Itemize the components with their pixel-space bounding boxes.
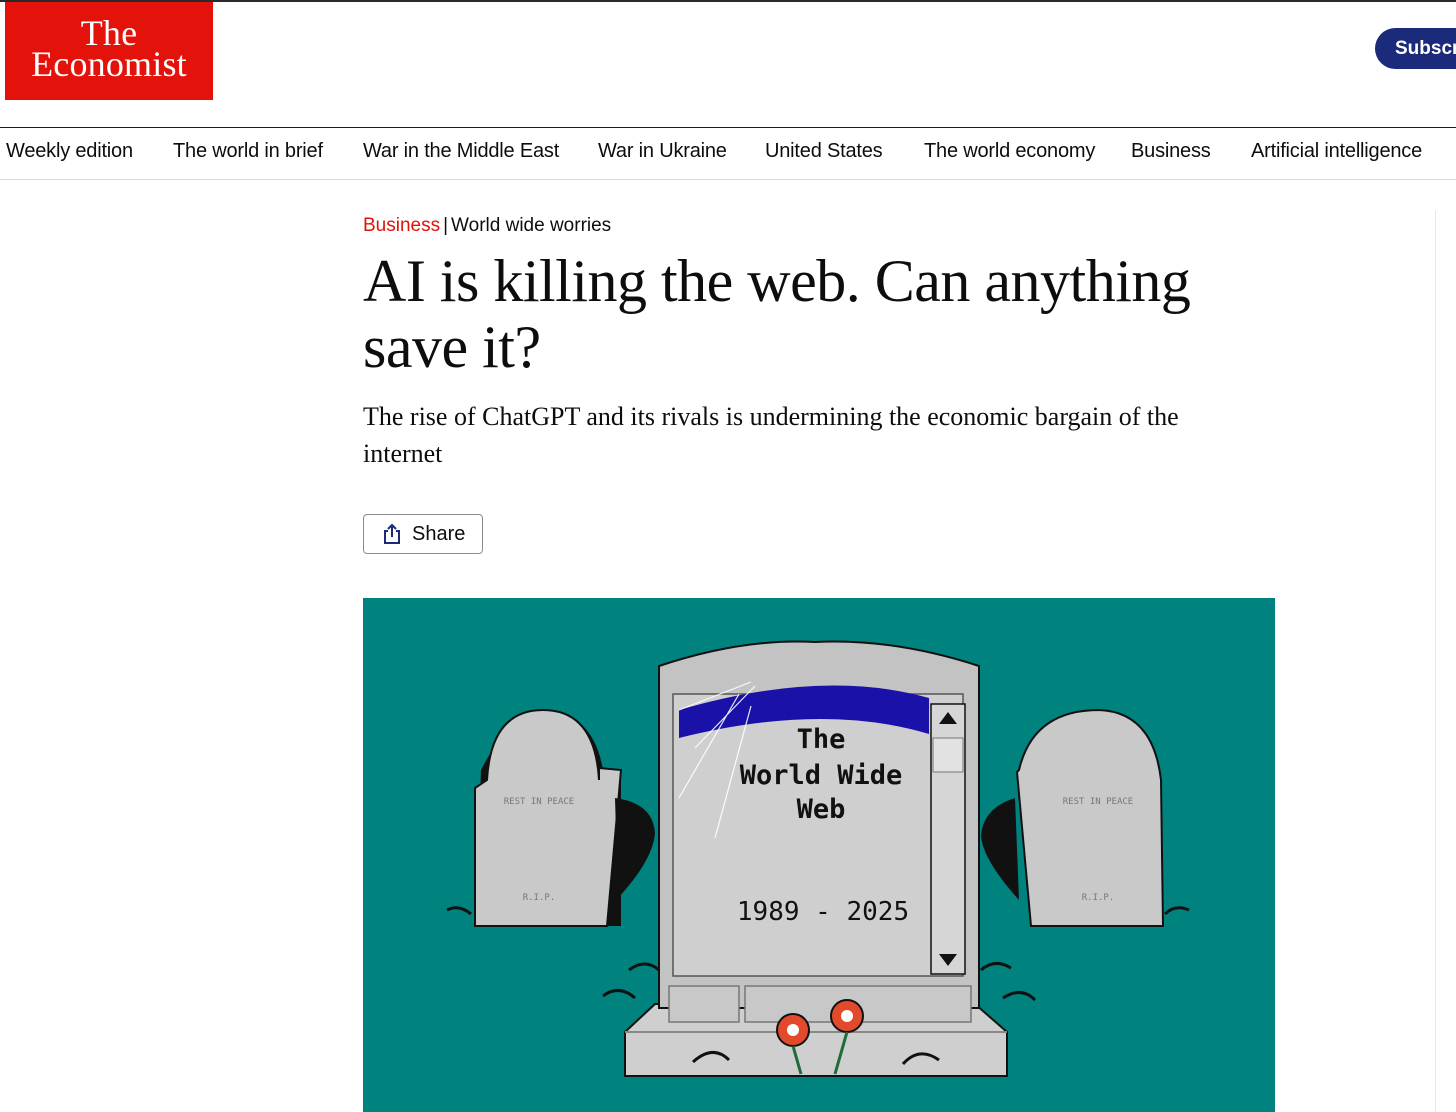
nav-item-world-in-brief[interactable]: The world in brief — [173, 140, 323, 163]
nav-item-world-economy[interactable]: The world economy — [924, 140, 1095, 163]
tombstone-text-line3: Web — [797, 794, 846, 825]
article-rubric: World wide worries — [451, 215, 612, 236]
logo-line-2: Economist — [31, 44, 187, 84]
subscribe-button[interactable]: Subscr — [1375, 28, 1456, 69]
right-rail-divider — [1435, 210, 1436, 1112]
article-kicker: Business | World wide worries — [363, 215, 611, 237]
section-nav: Weekly edition The world in brief War in… — [0, 127, 1456, 180]
tombstone-text-line2: World Wide — [740, 760, 903, 791]
tombstone-dates: 1989 - 2025 — [737, 897, 909, 927]
kicker-separator: | — [443, 215, 449, 236]
nav-item-ukraine[interactable]: War in Ukraine — [598, 140, 727, 163]
share-label: Share — [412, 522, 466, 545]
nav-item-weekly-edition[interactable]: Weekly edition — [6, 140, 133, 163]
section-link[interactable]: Business — [363, 215, 440, 236]
scroll-thumb — [932, 737, 964, 773]
nav-item-business[interactable]: Business — [1131, 140, 1211, 163]
nav-item-united-states[interactable]: United States — [765, 140, 883, 163]
article-standfirst: The rise of ChatGPT and its rivals is un… — [363, 402, 1179, 468]
main-tombstone: The World Wide Web 1989 - 2025 — [658, 640, 980, 1023]
nav-item-middle-east[interactable]: War in the Middle East — [363, 140, 559, 163]
left-stone-text-bottom: R.I.P. — [523, 893, 556, 903]
nav-item-artificial-intelligence[interactable]: Artificial intelligence — [1251, 140, 1422, 163]
article-headline: AI is killing the web. Can anything save… — [363, 248, 1191, 380]
right-stone-text-bottom: R.I.P. — [1082, 893, 1115, 903]
share-icon — [384, 523, 400, 544]
left-stone-text-top: REST IN PEACE — [504, 797, 574, 807]
share-button[interactable]: Share — [363, 514, 483, 554]
economist-logo[interactable]: The Economist — [5, 2, 213, 100]
tombstone-illustration: REST IN PEACE R.I.P. REST IN PEACE R.I.P… — [363, 598, 1275, 1112]
tombstone-text-line1: The — [797, 724, 846, 755]
top-border — [0, 0, 1456, 2]
hero-illustration: REST IN PEACE R.I.P. REST IN PEACE R.I.P… — [363, 598, 1275, 1112]
right-stone-text-top: REST IN PEACE — [1063, 797, 1133, 807]
